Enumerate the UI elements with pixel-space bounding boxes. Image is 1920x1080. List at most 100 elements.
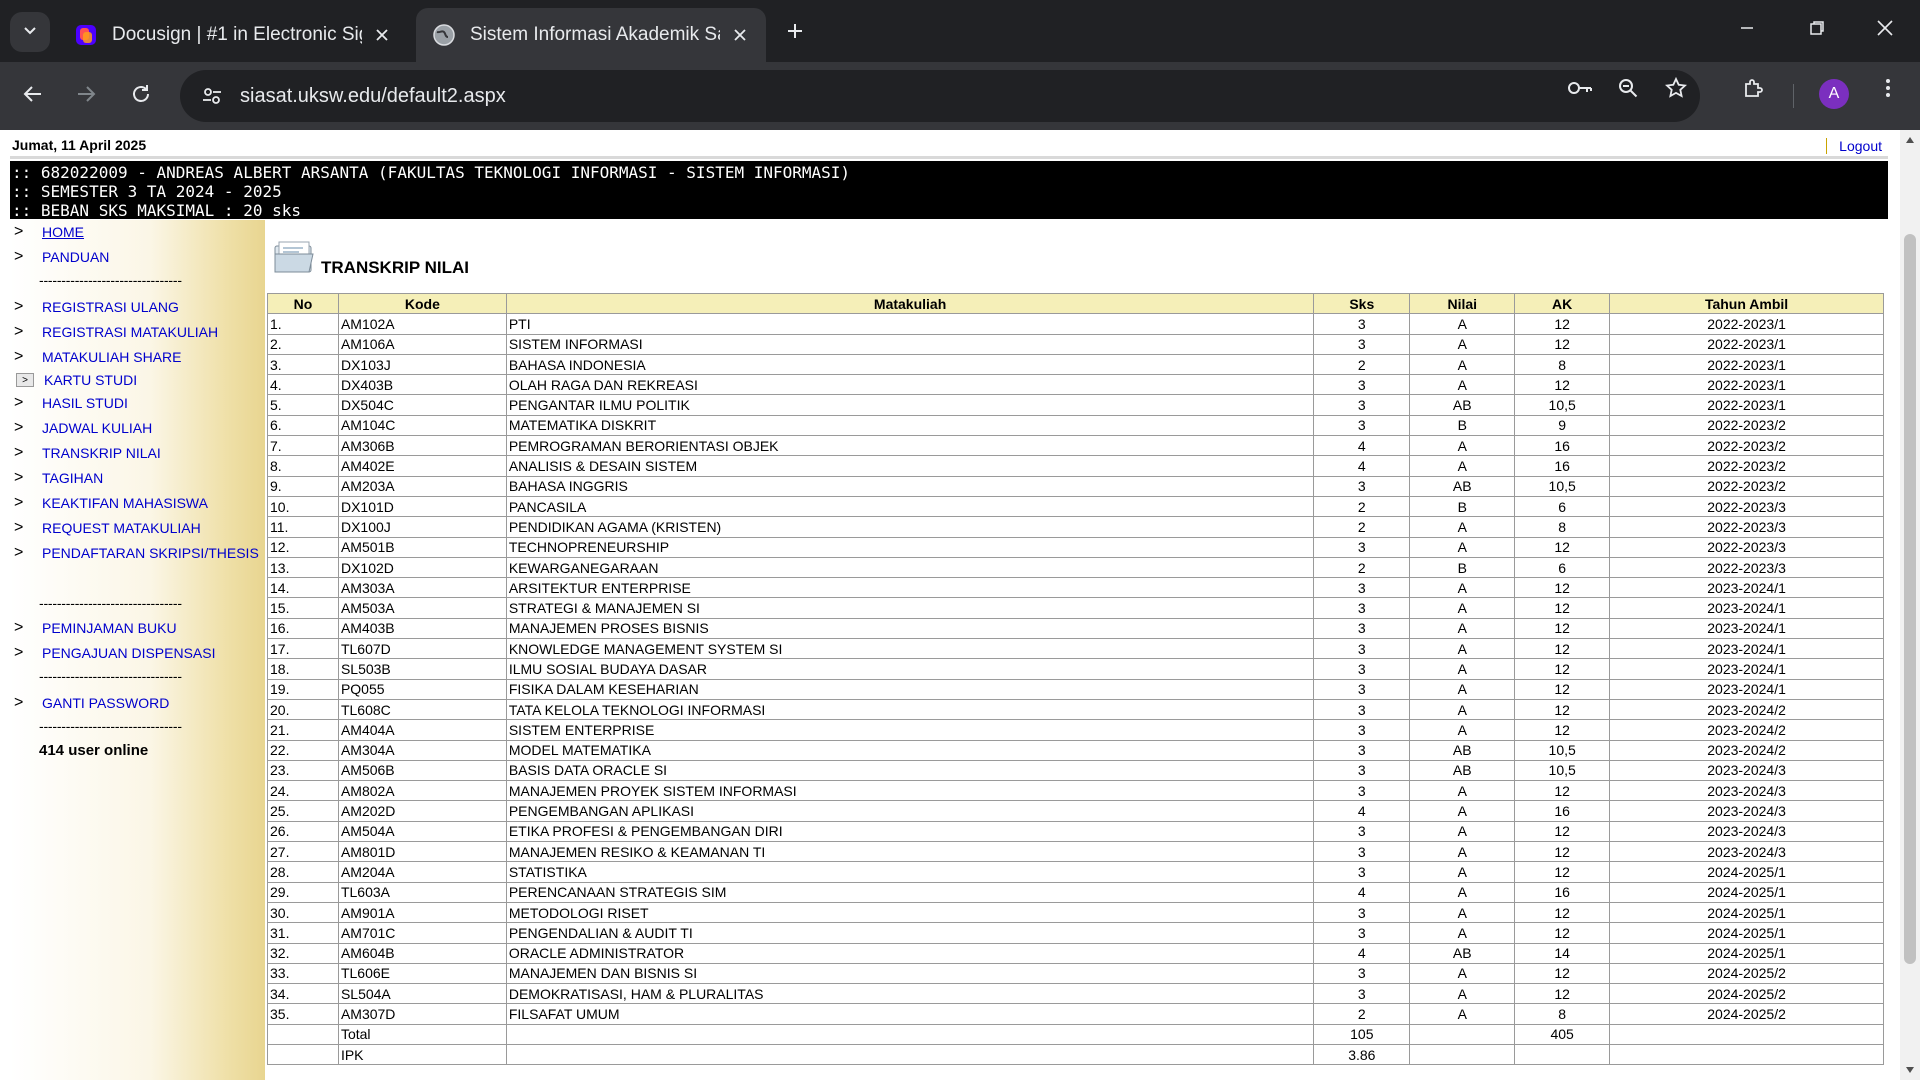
menu-kebab-icon[interactable] xyxy=(1870,70,1906,106)
site-settings-icon[interactable] xyxy=(194,78,230,114)
sidebar-item-label[interactable]: REGISTRASI ULANG xyxy=(42,299,179,315)
course-code: AM102A xyxy=(337,313,507,335)
restore-button[interactable] xyxy=(1792,10,1842,50)
sidebar-item-kartu-studi[interactable]: > KARTU STUDI xyxy=(14,370,137,390)
forward-button[interactable] xyxy=(68,78,104,114)
course-name: METODOLOGI RISET xyxy=(505,901,1315,924)
password-key-icon[interactable] xyxy=(1562,70,1598,106)
minimize-button[interactable] xyxy=(1722,10,1772,50)
course-code: SL503B xyxy=(337,658,507,680)
sidebar-item-label[interactable]: TAGIHAN xyxy=(42,470,103,486)
tab-siasat[interactable]: Sistem Informasi Akademik Saty xyxy=(416,8,766,62)
sidebar-item-keaktifan-mahasiswa[interactable]: > KEAKTIFAN MAHASISWA xyxy=(14,493,208,513)
course-term: 2022-2023/2 xyxy=(1609,475,1884,497)
course-credits: 4 xyxy=(1313,800,1411,822)
sidebar-item-label[interactable]: REGISTRASI MATAKULIAH xyxy=(42,324,218,340)
course-no: 23. xyxy=(267,759,339,782)
sidebar-item-label[interactable]: JADWAL KULIAH xyxy=(42,420,152,436)
course-code: DX100J xyxy=(337,516,507,538)
sidebar-item-registrasi-ulang[interactable]: > REGISTRASI ULANG xyxy=(14,297,179,317)
course-code: AM604B xyxy=(337,942,507,964)
sidebar-item-tagihan[interactable]: > TAGIHAN xyxy=(14,468,103,488)
sidebar-item-label[interactable]: PEMINJAMAN BUKU xyxy=(42,620,177,636)
sidebar-item-hasil-studi[interactable]: > HASIL STUDI xyxy=(14,393,128,413)
course-grade: A xyxy=(1409,901,1516,924)
table-cell xyxy=(1609,1023,1884,1045)
sidebar-separator: -------------------------------- xyxy=(39,718,182,734)
reload-button[interactable] xyxy=(123,78,159,114)
sidebar-item-label[interactable]: HOME xyxy=(42,224,84,240)
course-credits: 3 xyxy=(1313,719,1411,741)
course-credits: 3 xyxy=(1313,658,1411,680)
sidebar-item-jadwal-kuliah[interactable]: > JADWAL KULIAH xyxy=(14,418,152,438)
logout-link[interactable]: Logout xyxy=(1826,138,1882,154)
course-code: TL606E xyxy=(337,962,507,985)
table-row: 34. SL504A DEMOKRATISASI, HAM & PLURALITAS… xyxy=(267,983,1884,1005)
arrow-marker: > xyxy=(14,644,24,661)
sidebar-item-label[interactable]: HASIL STUDI xyxy=(42,395,128,411)
column-header: No xyxy=(267,292,339,315)
bookmark-star-icon[interactable] xyxy=(1658,70,1694,106)
sidebar-item-peminjaman-buku[interactable]: > PEMINJAMAN BUKU xyxy=(14,618,177,638)
sidebar-item-label[interactable]: KEAKTIFAN MAHASISWA xyxy=(42,495,208,511)
course-points: 12 xyxy=(1514,638,1611,660)
course-name: SISTEM ENTERPRISE xyxy=(505,719,1315,741)
sidebar-item-ganti-password[interactable]: > GANTI PASSWORD xyxy=(14,693,169,713)
arrow-marker: > xyxy=(14,494,24,511)
back-button[interactable] xyxy=(15,78,51,114)
course-no: 24. xyxy=(267,780,339,802)
sidebar-item-request-matakuliah[interactable]: > REQUEST MATAKULIAH xyxy=(14,518,201,538)
arrow-marker: > xyxy=(14,419,24,436)
scroll-up-icon[interactable] xyxy=(1904,134,1916,146)
arrow-marker: > xyxy=(14,694,24,711)
course-points: 16 xyxy=(1514,435,1611,457)
sidebar-item-label[interactable]: REQUEST MATAKULIAH xyxy=(42,520,201,536)
sidebar-item-label[interactable]: PANDUAN xyxy=(42,249,109,265)
course-no: 10. xyxy=(267,495,339,518)
course-credits: 3 xyxy=(1313,861,1411,883)
sidebar-item-label[interactable]: GANTI PASSWORD xyxy=(42,695,169,711)
table-row: 35. AM307D FILSAFAT UMUM 2 A 8 2024-2025/2 xyxy=(267,1003,1884,1025)
sidebar-item-label[interactable]: MATAKULIAH SHARE xyxy=(42,349,182,365)
address-bar[interactable]: siasat.uksw.edu/default2.aspx xyxy=(180,70,1700,122)
course-term: 2022-2023/3 xyxy=(1609,516,1884,538)
sidebar-separator: -------------------------------- xyxy=(39,272,182,288)
sidebar-item-home[interactable]: > HOME xyxy=(14,222,84,242)
sidebar-item-label[interactable]: PENDAFTARAN SKRIPSI/THESIS xyxy=(42,545,259,561)
course-code: TL603A xyxy=(337,881,507,903)
sidebar-item-matakuliah-share[interactable]: > MATAKULIAH SHARE xyxy=(14,347,182,367)
current-date: Jumat, 11 April 2025 xyxy=(12,137,147,153)
extensions-icon[interactable] xyxy=(1735,70,1771,106)
sidebar-item-label[interactable]: KARTU STUDI xyxy=(44,372,137,388)
toolbar-divider xyxy=(1793,84,1794,108)
scroll-down-icon[interactable] xyxy=(1904,1064,1916,1076)
sidebar-item-registrasi-matakuliah[interactable]: > REGISTRASI MATAKULIAH xyxy=(14,322,218,342)
sidebar-item-pengajuan-dispensasi[interactable]: > PENGAJUAN DISPENSASI xyxy=(14,643,216,663)
sidebar-item-panduan[interactable]: > PANDUAN xyxy=(14,247,109,267)
sidebar-item-transkrip-nilai[interactable]: > TRANSKRIP NILAI xyxy=(14,443,161,463)
tab-docusign[interactable]: Docusign | #1 in Electronic Sign xyxy=(58,8,408,62)
table-row: 7. AM306B PEMROGRAMAN BERORIENTASI OBJEK 4 A… xyxy=(267,435,1884,457)
sidebar-item-label[interactable]: PENGAJUAN DISPENSASI xyxy=(42,645,216,661)
tab-search-button[interactable] xyxy=(10,12,50,52)
scrollbar-thumb[interactable] xyxy=(1904,234,1916,964)
course-term: 2022-2023/1 xyxy=(1609,313,1884,335)
table-row: 21. AM404A SISTEM ENTERPRISE 3 A 12 2023-2024/… xyxy=(267,719,1884,741)
close-icon[interactable] xyxy=(730,25,750,45)
course-no: 15. xyxy=(267,597,339,619)
profile-avatar[interactable]: A xyxy=(1819,79,1849,109)
course-points: 12 xyxy=(1514,962,1611,985)
close-icon[interactable] xyxy=(372,25,392,45)
page-scrollbar[interactable] xyxy=(1900,130,1920,1080)
table-row: 29. TL603A PERENCANAAN STRATEGIS SIM 4 A 16 20… xyxy=(267,881,1884,903)
sidebar-item-pendaftaran-skripsi[interactable]: > PENDAFTARAN SKRIPSI/THESIS xyxy=(14,543,259,563)
close-window-button[interactable] xyxy=(1860,10,1910,50)
course-code: AM802A xyxy=(337,780,507,802)
sidebar-item-label[interactable]: TRANSKRIP NILAI xyxy=(42,445,161,461)
new-tab-button[interactable] xyxy=(778,16,812,50)
zoom-icon[interactable] xyxy=(1610,70,1646,106)
expand-arrow-icon[interactable]: > xyxy=(16,373,34,387)
page-heading: TRANSKRIP NILAI xyxy=(267,220,1888,282)
course-grade: A xyxy=(1409,313,1516,335)
course-credits: 3 xyxy=(1313,759,1411,782)
